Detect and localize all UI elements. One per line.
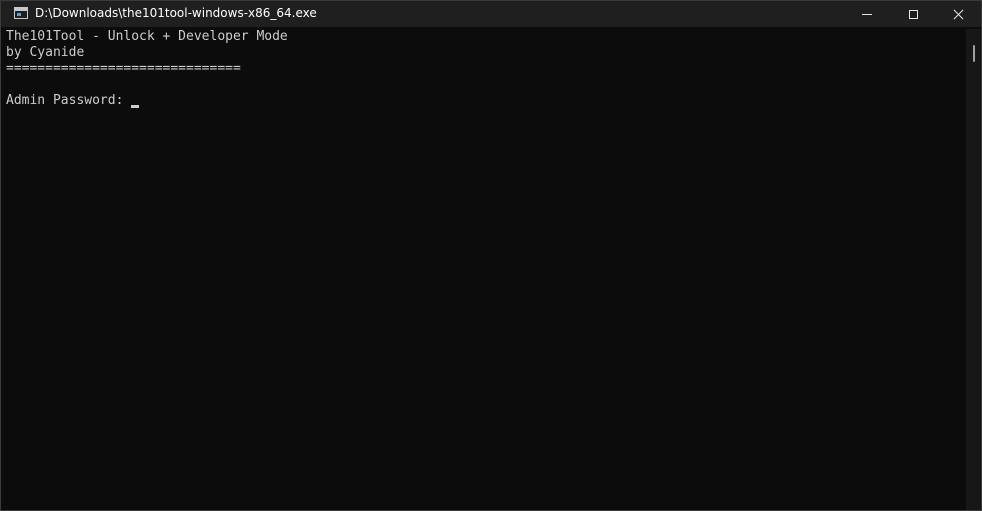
maximize-icon [908, 9, 918, 19]
console-line-separator: ============================== [6, 61, 241, 76]
text-cursor [131, 105, 140, 108]
console-line-author: by Cyanide [6, 45, 85, 60]
console-output[interactable]: The101Tool - Unlock + Developer Mode by … [6, 29, 961, 504]
vertical-scrollbar[interactable] [966, 29, 981, 510]
console-window-icon[interactable] [14, 7, 28, 19]
window-title: D:\Downloads\the101tool-windows-x86_64.e… [35, 6, 317, 20]
password-prompt-label: Admin Password: [6, 93, 124, 108]
console-window: D:\Downloads\the101tool-windows-x86_64.e… [0, 0, 982, 511]
title-bar[interactable]: D:\Downloads\the101tool-windows-x86_64.e… [1, 1, 981, 27]
minimize-button[interactable] [844, 1, 890, 27]
password-prompt[interactable]: Admin Password: [6, 93, 961, 109]
scrollbar-thumb[interactable] [973, 45, 975, 62]
console-line-tool-name: The101Tool - Unlock + Developer Mode [6, 29, 288, 44]
close-icon [953, 9, 964, 20]
maximize-button[interactable] [890, 1, 936, 27]
close-button[interactable] [935, 1, 981, 27]
minimize-icon [862, 13, 872, 15]
